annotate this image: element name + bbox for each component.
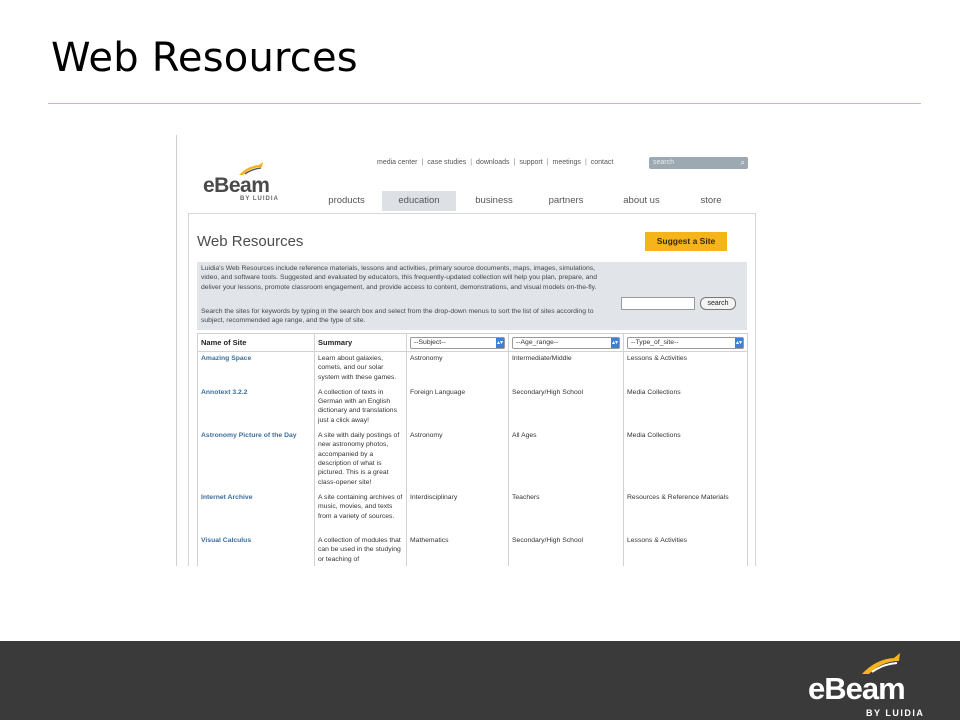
site-summary: A collection of modules that can be used…	[314, 534, 407, 566]
util-link-support[interactable]: support	[515, 159, 546, 166]
site-subject: Mathematics	[406, 534, 509, 566]
main-nav: products education business partners abo…	[311, 191, 739, 211]
subject-select[interactable]: --Subject-- ▴▾	[410, 336, 505, 349]
nav-tab-partners[interactable]: partners	[532, 191, 600, 211]
util-link-downloads[interactable]: downloads	[472, 159, 513, 166]
nav-tab-store[interactable]: store	[683, 191, 739, 211]
table-row: Internet Archive A site containing archi…	[197, 491, 748, 535]
site-subject: Foreign Language	[406, 385, 509, 430]
table-row: Astronomy Picture of the Day A site with…	[197, 429, 748, 492]
type-select-value: --Type_of_site--	[631, 338, 679, 346]
footer-logo-subtitle: BY LUIDIA	[866, 708, 925, 718]
resource-search-button[interactable]: search	[700, 297, 736, 310]
slide-title: Web Resources	[51, 35, 358, 81]
site-type: Lessons & Activities	[623, 351, 748, 386]
footer-ebeam-logo: eBeam BY LUIDIA	[808, 653, 938, 718]
col-header-age: --Age_range-- ▴▾	[508, 333, 624, 352]
site-summary: A site containing archives of music, mov…	[314, 491, 407, 535]
dropdown-arrow-icon: ▴▾	[496, 337, 504, 348]
site-subject: Astronomy	[406, 351, 509, 386]
ebeam-logo[interactable]: eBeam BY LUIDIA	[203, 162, 303, 207]
dropdown-arrow-icon: ▴▾	[611, 337, 619, 348]
util-link-case-studies[interactable]: case studies	[423, 159, 470, 166]
site-age-range: All Ages	[508, 429, 624, 492]
logo-subtitle: BY LUIDIA	[240, 196, 279, 202]
site-link[interactable]: Internet Archive	[197, 491, 315, 535]
site-link[interactable]: Annotext 3.2.2	[197, 385, 315, 430]
site-summary: Learn about galaxies, comets, and our so…	[314, 351, 407, 386]
age-select-value: --Age_range--	[516, 338, 559, 346]
age-range-select[interactable]: --Age_range-- ▴▾	[512, 336, 620, 349]
content-panel: Web Resources Suggest a Site Luidia's We…	[188, 213, 756, 566]
resource-search-input[interactable]	[621, 297, 695, 310]
intro-paragraph: Luidia's Web Resources include reference…	[201, 265, 597, 291]
intro-box: Luidia's Web Resources include reference…	[197, 262, 747, 330]
col-header-subject: --Subject-- ▴▾	[406, 333, 509, 352]
site-subject: Astronomy	[406, 429, 509, 492]
site-type: Resources & Reference Materials	[623, 491, 748, 535]
search-icon[interactable]: ⌕	[741, 158, 745, 168]
nav-tab-products[interactable]: products	[311, 191, 382, 211]
dropdown-arrow-icon: ▴▾	[735, 337, 743, 348]
slide-footer: eBeam BY LUIDIA	[0, 641, 960, 720]
site-link[interactable]: Amazing Space	[197, 351, 315, 386]
site-summary: A collection of texts in German with an …	[314, 385, 407, 430]
page-heading: Web Resources	[197, 233, 304, 250]
util-link-meetings[interactable]: meetings	[549, 159, 585, 166]
col-header-type: --Type_of_site-- ▴▾	[623, 333, 748, 352]
nav-tab-about-us[interactable]: about us	[600, 191, 683, 211]
site-type: Lessons & Activities	[623, 534, 748, 566]
subject-select-value: --Subject--	[414, 338, 446, 346]
suggest-site-button[interactable]: Suggest a Site	[645, 232, 727, 251]
site-summary: A site with daily postings of new astron…	[314, 429, 407, 492]
nav-tab-business[interactable]: business	[456, 191, 532, 211]
site-type: Media Collections	[623, 385, 748, 430]
logo-wordmark: eBeam	[203, 174, 270, 197]
site-age-range: Intermediate/Middle	[508, 351, 624, 386]
title-divider	[48, 103, 921, 104]
type-of-site-select[interactable]: --Type_of_site-- ▴▾	[627, 336, 744, 349]
col-header-name: Name of Site	[197, 333, 315, 352]
site-age-range: Teachers	[508, 491, 624, 535]
site-subject: Interdisciplinary	[406, 491, 509, 535]
footer-logo-wordmark: eBeam	[808, 671, 906, 706]
site-age-range: Secondary/High School	[508, 534, 624, 566]
site-link[interactable]: Astronomy Picture of the Day	[197, 429, 315, 492]
table-row: Visual Calculus A collection of modules …	[197, 534, 748, 566]
site-type: Media Collections	[623, 429, 748, 492]
website-screenshot: eBeam BY LUIDIA media center | case stud…	[176, 135, 757, 566]
col-header-summary: Summary	[314, 333, 407, 352]
site-link[interactable]: Visual Calculus	[197, 534, 315, 566]
resources-table: Name of Site Summary --Subject-- ▴▾ --Age…	[197, 333, 748, 566]
nav-tab-education[interactable]: education	[382, 191, 456, 211]
search-placeholder: search	[653, 159, 675, 166]
util-link-contact[interactable]: contact	[587, 159, 618, 166]
table-row: Amazing Space Learn about galaxies, come…	[197, 351, 748, 386]
util-link-media-center[interactable]: media center	[373, 159, 421, 166]
intro-instructions: Search the sites for keywords by typing …	[201, 308, 594, 325]
utility-links: media center | case studies | downloads …	[373, 159, 617, 166]
site-search-input[interactable]: search ⌕	[649, 157, 748, 169]
site-age-range: Secondary/High School	[508, 385, 624, 430]
table-row: Annotext 3.2.2 A collection of texts in …	[197, 385, 748, 430]
